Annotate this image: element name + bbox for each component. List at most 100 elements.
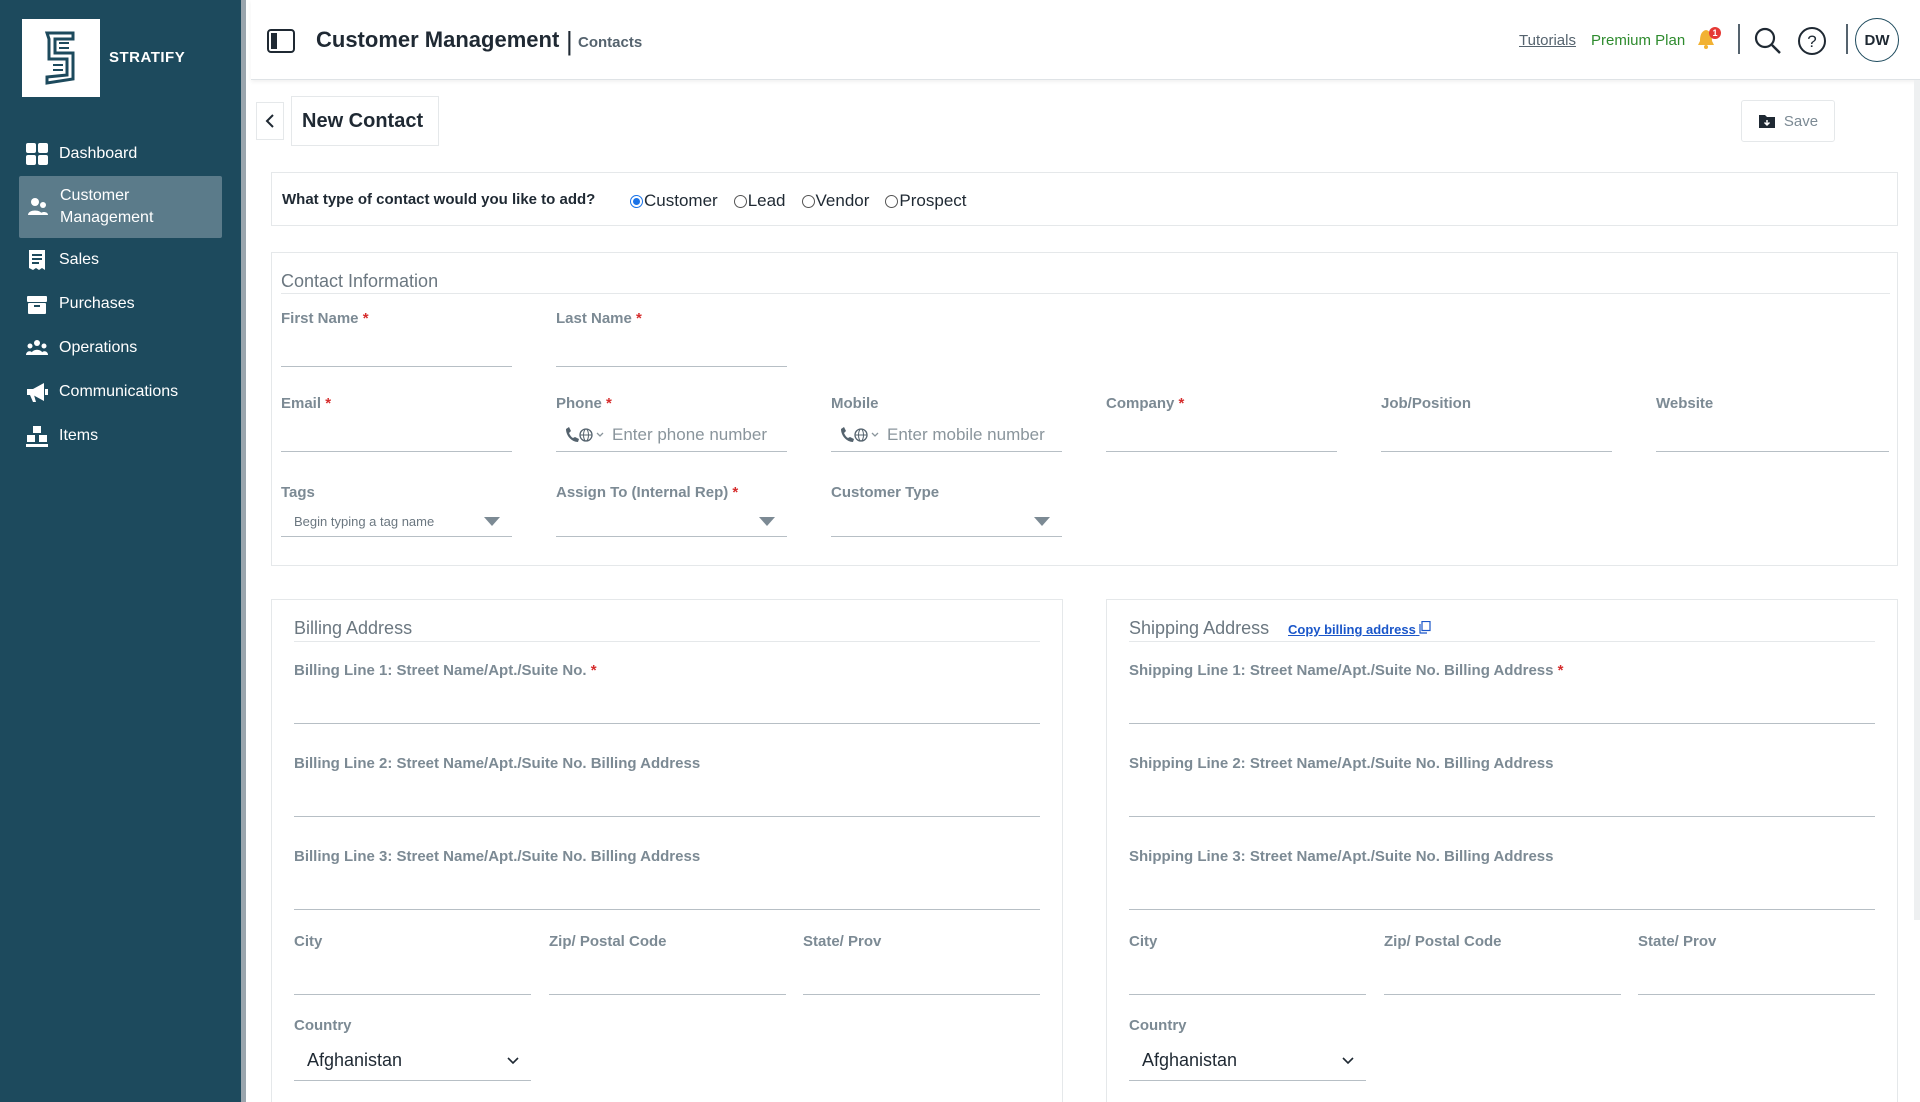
- last-name-input[interactable]: [556, 333, 787, 367]
- job-position-label: Job/Position: [1381, 395, 1471, 412]
- user-avatar[interactable]: DW: [1855, 18, 1899, 62]
- company-label: Company *: [1106, 395, 1185, 412]
- sidebar-item-sales[interactable]: Sales: [0, 238, 241, 282]
- radio-customer[interactable]: Customer: [630, 191, 718, 211]
- back-button[interactable]: [256, 102, 284, 140]
- sidebar-item-dashboard[interactable]: Dashboard: [0, 132, 241, 176]
- items-icon: [26, 425, 48, 447]
- job-position-input[interactable]: [1381, 418, 1612, 452]
- first-name-label: First Name *: [281, 310, 369, 327]
- sidebar-nav: Dashboard Customer Management Sales Purc…: [0, 132, 241, 458]
- customer-type-label: Customer Type: [831, 484, 940, 501]
- page-scrollbar[interactable]: [1914, 80, 1920, 920]
- shipping-country-label: Country: [1129, 1017, 1187, 1034]
- sidebar-item-items[interactable]: Items: [0, 414, 241, 458]
- search-icon[interactable]: [1754, 27, 1782, 60]
- country-code-selector[interactable]: [839, 426, 879, 444]
- radio-vendor[interactable]: Vendor: [801, 191, 869, 211]
- sidebar-item-label: Purchases: [59, 295, 135, 312]
- billing-line2-input[interactable]: [294, 779, 1040, 817]
- radio-unchecked-icon[interactable]: [885, 194, 899, 208]
- billing-line1-input[interactable]: [294, 686, 1040, 724]
- mobile-field[interactable]: Enter mobile number: [831, 418, 1062, 452]
- globe-phone-icon: [566, 426, 593, 442]
- section-title-shipping-address: Shipping Address: [1129, 618, 1270, 638]
- phone-field[interactable]: Enter phone number: [556, 418, 787, 452]
- billing-state-label: State/ Prov: [803, 933, 882, 950]
- shipping-line3-input[interactable]: [1129, 872, 1875, 910]
- radio-unchecked-icon[interactable]: [801, 194, 815, 208]
- shipping-zip-input[interactable]: [1384, 957, 1621, 995]
- sidebar-item-purchases[interactable]: Purchases: [0, 282, 241, 326]
- caret-down-icon: [759, 517, 775, 526]
- radio-prospect[interactable]: Prospect: [885, 191, 967, 211]
- radio-unchecked-icon[interactable]: [733, 194, 747, 208]
- sidebar-item-operations[interactable]: Operations: [0, 326, 241, 370]
- contact-type-panel: What type of contact would you like to a…: [271, 172, 1898, 226]
- mobile-placeholder: Enter mobile number: [887, 424, 1045, 444]
- chevron-down-icon: [871, 432, 879, 437]
- radio-lead[interactable]: Lead: [733, 191, 786, 211]
- breadcrumb-contacts[interactable]: Contacts: [578, 34, 642, 51]
- email-input[interactable]: [281, 418, 512, 452]
- save-button[interactable]: Save: [1741, 100, 1835, 142]
- shipping-state-input[interactable]: [1638, 957, 1875, 995]
- shipping-city-input[interactable]: [1129, 957, 1366, 995]
- premium-plan-link[interactable]: Premium Plan: [1591, 32, 1685, 49]
- assign-to-label: Assign To (Internal Rep) *: [556, 484, 739, 501]
- shipping-country-select[interactable]: Afghanistan: [1129, 1041, 1366, 1081]
- operations-icon: [26, 337, 48, 359]
- billing-line3-label: Billing Line 3: Street Name/Apt./Suite N…: [294, 848, 701, 865]
- tags-select[interactable]: Begin typing a tag name: [281, 507, 512, 537]
- header-divider: [1738, 24, 1740, 54]
- header-divider: [1846, 24, 1848, 54]
- sidebar-item-label: Communications: [59, 383, 179, 400]
- billing-country-select[interactable]: Afghanistan: [294, 1041, 531, 1081]
- sidebar-item-label: Operations: [59, 339, 138, 356]
- purchases-icon: [26, 293, 48, 315]
- chevron-left-icon: [265, 114, 274, 128]
- save-folder-icon: [1758, 115, 1775, 128]
- chevron-down-icon: [507, 1056, 519, 1064]
- save-label: Save: [1783, 112, 1819, 130]
- radio-checked-icon[interactable]: [630, 194, 643, 208]
- phone-placeholder: Enter phone number: [612, 424, 767, 444]
- country-code-selector[interactable]: [564, 426, 604, 444]
- sidebar-item-customer-management[interactable]: Customer Management: [19, 176, 222, 238]
- megaphone-icon: [26, 381, 48, 403]
- customer-type-select[interactable]: [831, 507, 1062, 537]
- sidebar-toggle-icon[interactable]: [267, 29, 295, 58]
- sidebar-item-communications[interactable]: Communications: [0, 370, 241, 414]
- sidebar-item-label: Customer Management: [60, 187, 154, 226]
- website-input[interactable]: [1656, 418, 1889, 452]
- chevron-down-icon: [596, 432, 604, 437]
- billing-line3-input[interactable]: [294, 872, 1040, 910]
- tutorials-link[interactable]: Tutorials: [1519, 32, 1576, 49]
- notification-bell-icon[interactable]: 1: [1696, 26, 1722, 57]
- shipping-line2-input[interactable]: [1129, 779, 1875, 817]
- section-divider: [294, 641, 1040, 642]
- notification-count: 1: [1712, 28, 1717, 38]
- logo[interactable]: [22, 19, 100, 97]
- shipping-line1-input[interactable]: [1129, 686, 1875, 724]
- dashboard-icon: [26, 143, 48, 165]
- billing-zip-input[interactable]: [549, 957, 786, 995]
- help-icon[interactable]: ?: [1797, 26, 1827, 61]
- billing-country-label: Country: [294, 1017, 352, 1034]
- billing-city-input[interactable]: [294, 957, 531, 995]
- phone-label: Phone *: [556, 395, 612, 412]
- last-name-label: Last Name *: [556, 310, 642, 327]
- caret-down-icon: [1034, 517, 1050, 526]
- contact-information-panel: Contact Information First Name * Last Na…: [271, 252, 1898, 566]
- section-title-billing-address: Billing Address: [294, 618, 413, 638]
- shipping-zip-label: Zip/ Postal Code: [1384, 933, 1502, 950]
- email-label: Email *: [281, 395, 332, 412]
- company-input[interactable]: [1106, 418, 1337, 452]
- first-name-input[interactable]: [281, 333, 512, 367]
- section-title-contact-information: Contact Information: [281, 271, 439, 291]
- copy-billing-address-link[interactable]: Copy billing address: [1288, 620, 1432, 637]
- billing-state-input[interactable]: [803, 957, 1040, 995]
- assign-to-select[interactable]: [556, 507, 787, 537]
- brand-name: STRATIFY: [109, 49, 186, 66]
- section-divider: [1129, 641, 1875, 642]
